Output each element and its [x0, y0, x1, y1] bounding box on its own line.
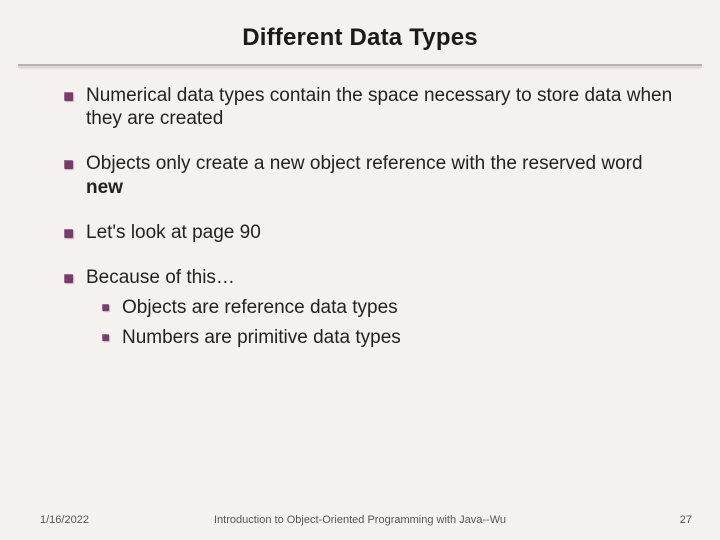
bullet-text: Because of this…	[86, 267, 235, 288]
slide: Different Data Types Numerical data type…	[0, 0, 720, 540]
footer: 1/16/2022 Introduction to Object-Oriente…	[0, 514, 720, 526]
footer-center: Introduction to Object-Oriented Programm…	[214, 514, 506, 526]
sub-bullet-item: Objects are reference data types	[122, 295, 680, 321]
bullet-text: Numerical data types contain the space n…	[86, 85, 672, 129]
bullet-item: Let's look at page 90	[86, 221, 680, 244]
sub-bullet-item: Numbers are primitive data types	[122, 325, 680, 351]
bullet-item: Objects only create a new object referen…	[86, 152, 680, 198]
sub-bullet-text: Objects are reference data types	[122, 297, 398, 318]
bullet-item: Because of this… Objects are reference d…	[86, 266, 680, 350]
bullet-text: Objects only create a new object referen…	[86, 153, 643, 174]
content-area: Numerical data types contain the space n…	[0, 66, 720, 350]
slide-title: Different Data Types	[0, 0, 720, 64]
sub-bullet-list: Objects are reference data types Numbers…	[86, 295, 680, 350]
bullet-item: Numerical data types contain the space n…	[86, 84, 680, 130]
bullet-list: Numerical data types contain the space n…	[64, 84, 680, 350]
footer-date: 1/16/2022	[40, 514, 89, 526]
bullet-bold: new	[86, 177, 123, 198]
sub-bullet-text: Numbers are primitive data types	[122, 327, 401, 348]
bullet-text: Let's look at page 90	[86, 222, 261, 243]
footer-page: 27	[680, 514, 692, 526]
